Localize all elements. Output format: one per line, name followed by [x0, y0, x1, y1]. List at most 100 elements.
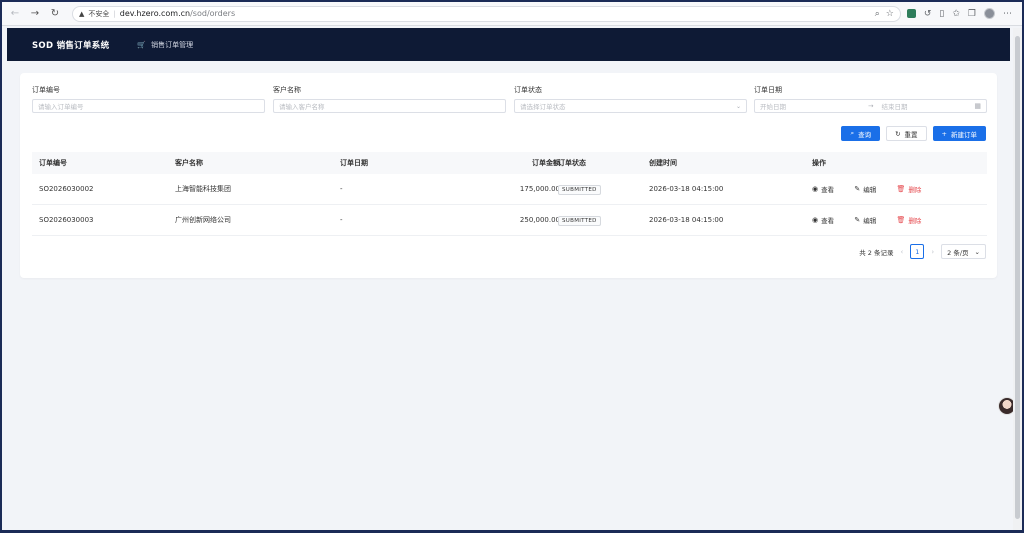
amount-cell: 250,000.00	[519, 216, 560, 224]
trash-icon: 🗑	[896, 216, 906, 224]
filter-order-no: 订单编号 请输入订单编号	[32, 85, 265, 113]
customer-placeholder: 请输入客户名称	[279, 103, 325, 111]
edit-button[interactable]: ✎ 编辑	[854, 215, 876, 225]
order-no-cell: SO2026030002	[39, 185, 94, 193]
total-count: 共 2 条记录	[859, 248, 894, 257]
chevron-down-icon: ⌄	[974, 247, 980, 256]
orders-card: 订单编号 请输入订单编号 客户名称 请输入客户名称 订单状态 请选择订单状态 ⌄…	[20, 73, 997, 278]
edit-button[interactable]: ✎ 编辑	[854, 184, 876, 194]
security-label: 不安全	[88, 9, 110, 18]
order-no-cell: SO2026030003	[39, 216, 94, 224]
table-header: 订单编号 客户名称 订单日期 订单金额 订单状态 创建时间 操作	[32, 152, 987, 174]
status-badge: SUBMITTED	[558, 216, 601, 226]
plus-icon: +	[941, 129, 947, 138]
date-cell: -	[340, 216, 343, 224]
forward-icon[interactable]: →	[28, 7, 42, 21]
amount-cell: 175,000.00	[519, 185, 560, 193]
customer-cell: 广州创新网络公司	[175, 216, 231, 224]
column-header: 订单状态	[558, 159, 586, 167]
reset-icon: ↻	[895, 129, 901, 138]
favorites-icon[interactable]: ✩	[952, 9, 960, 19]
filter-date: 订单日期 开始日期 → 结束日期 ▦	[754, 85, 987, 113]
address-separator: |	[113, 9, 116, 18]
status-badge: SUBMITTED	[558, 185, 601, 195]
status-label: 订单状态	[514, 86, 542, 94]
filter-status: 订单状态 请选择订单状态 ⌄	[514, 85, 747, 113]
reset-button-label: 重置	[904, 130, 918, 139]
eye-icon: ◉	[812, 185, 819, 193]
collections-icon[interactable]: ❐	[968, 9, 976, 19]
pencil-icon: ✎	[854, 185, 861, 193]
view-label: 查看	[821, 186, 835, 194]
filter-customer: 客户名称 请输入客户名称	[273, 85, 506, 113]
view-label: 查看	[821, 217, 835, 225]
customer-input[interactable]: 请输入客户名称	[273, 99, 506, 113]
search-button-label: 查询	[858, 130, 872, 139]
page-number[interactable]: 1	[910, 244, 925, 259]
order-no-input[interactable]: 请输入订单编号	[32, 99, 265, 113]
view-button[interactable]: ◉ 查看	[812, 184, 834, 194]
delete-label: 删除	[908, 217, 922, 225]
reset-button[interactable]: ↻ 重置	[886, 126, 927, 141]
breadcrumb[interactable]: 🛒 销售订单管理	[137, 40, 193, 50]
reload-icon[interactable]: ↻	[48, 7, 62, 21]
column-header: 创建时间	[649, 159, 677, 167]
app-header: SOD 销售订单系统 🛒 销售订单管理	[7, 28, 1010, 61]
edit-label: 编辑	[863, 186, 877, 194]
customer-cell: 上海智能科技集团	[175, 185, 231, 193]
edit-label: 编辑	[863, 217, 877, 225]
browser-toolbar: ← → ↻ ▲ 不安全 | dev.hzero.com.cn/sod/order…	[2, 2, 1022, 26]
search-icon: ⌕	[850, 129, 855, 137]
ops-cell: ◉ 查看 ✎ 编辑 🗑 删除	[812, 215, 939, 225]
breadcrumb-label: 销售订单管理	[151, 40, 194, 49]
delete-button[interactable]: 🗑 删除	[896, 184, 921, 194]
address-bar[interactable]: ▲ 不安全 | dev.hzero.com.cn/sod/orders ⌕ ☆	[72, 5, 901, 22]
url-text: dev.hzero.com.cn/sod/orders	[120, 9, 235, 18]
url-path: /sod/orders	[190, 9, 236, 18]
column-header: 操作	[812, 159, 826, 167]
status-placeholder: 请选择订单状态	[520, 103, 566, 111]
order-no-label: 订单编号	[32, 86, 60, 94]
column-header: 客户名称	[175, 159, 203, 167]
chevron-down-icon: ⌄	[735, 102, 741, 110]
status-select[interactable]: 请选择订单状态 ⌄	[514, 99, 747, 113]
start-date-placeholder: 开始日期	[760, 103, 786, 111]
split-screen-icon[interactable]: ▯	[939, 9, 944, 19]
search-button[interactable]: ⌕ 查询	[841, 126, 881, 141]
end-date-placeholder: 结束日期	[881, 103, 908, 111]
cart-icon: 🛒	[137, 40, 147, 49]
date-label: 订单日期	[754, 86, 782, 94]
page-scrollbar[interactable]	[1013, 28, 1022, 530]
column-header: 订单金额	[532, 159, 560, 167]
extension-icon[interactable]	[906, 9, 916, 18]
date-range-picker[interactable]: 开始日期 → 结束日期 ▦	[754, 99, 987, 113]
more-icon[interactable]: ⋯	[1003, 9, 1012, 19]
scrollbar-thumb[interactable]	[1015, 36, 1020, 519]
star-icon[interactable]: ☆	[886, 9, 894, 19]
range-arrow-icon: →	[868, 102, 874, 110]
profile-icon[interactable]	[984, 8, 995, 19]
date-cell: -	[340, 185, 343, 193]
zoom-icon[interactable]: ⌕	[875, 9, 880, 19]
action-bar: ⌕ 查询 ↻ 重置 + 新建订单	[841, 126, 986, 141]
filter-bar: 订单编号 请输入订单编号 客户名称 请输入客户名称 订单状态 请选择订单状态 ⌄…	[32, 85, 987, 115]
pagination: 共 2 条记录 ‹ 1 › 2 条/页 ⌄	[859, 244, 986, 259]
orders-table: 订单编号 客户名称 订单日期 订单金额 订单状态 创建时间 操作 SO20260…	[32, 152, 987, 236]
table-row: SO2026030003 广州创新网络公司 - 250,000.00 SUBMI…	[32, 205, 987, 236]
refresh-extension-icon[interactable]: ↺	[924, 9, 932, 19]
page-size-select[interactable]: 2 条/页 ⌄	[941, 244, 986, 259]
column-header: 订单日期	[340, 159, 368, 167]
app-logo[interactable]: SOD 销售订单系统	[32, 39, 109, 51]
view-button[interactable]: ◉ 查看	[812, 215, 834, 225]
order-no-placeholder: 请输入订单编号	[38, 103, 84, 111]
toolbar-icons: ↺ ▯ ✩ ❐ ⋯	[906, 8, 1016, 19]
prev-page-icon[interactable]: ‹	[901, 248, 904, 256]
created-cell: 2026-03-18 04:15:00	[649, 216, 724, 224]
next-page-icon[interactable]: ›	[931, 248, 934, 256]
status-cell: SUBMITTED	[558, 185, 601, 195]
status-cell: SUBMITTED	[558, 216, 601, 226]
page-size-label: 2 条/页	[947, 248, 969, 257]
delete-button[interactable]: 🗑 删除	[896, 215, 921, 225]
back-icon[interactable]: ←	[8, 7, 22, 21]
create-order-button[interactable]: + 新建订单	[932, 126, 986, 141]
